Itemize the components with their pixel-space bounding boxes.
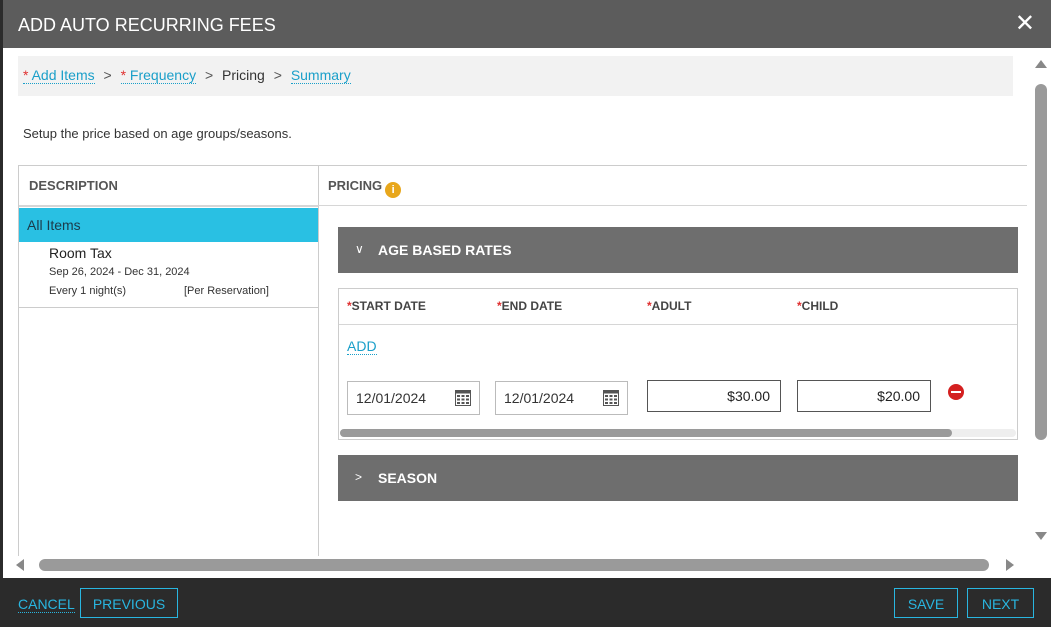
pricing-panel: PRICING i ∨ AGE BASED RATES *START DATE *… (317, 165, 1027, 556)
adult-price-value: $30.00 (727, 388, 770, 404)
dialog-title: ADD AUTO RECURRING FEES (18, 15, 276, 35)
end-date-value: 12/01/2024 (504, 390, 575, 406)
breadcrumb-separator: > (273, 67, 282, 83)
dialog-header: ADD AUTO RECURRING FEES ✕ (3, 0, 1051, 48)
age-based-rates-title: AGE BASED RATES (378, 242, 512, 258)
item-dates: Sep 26, 2024 - Dec 31, 2024 (49, 266, 190, 278)
previous-button[interactable]: PREVIOUS (80, 588, 178, 618)
season-toggle[interactable]: > SEASON (338, 455, 1018, 501)
recurring-fees-dialog: ADD AUTO RECURRING FEES ✕ * Add Items > … (3, 0, 1051, 627)
adult-price-input[interactable]: $30.00 (647, 380, 781, 412)
start-date-column-label: START DATE (351, 299, 426, 313)
scroll-right-icon[interactable] (1006, 559, 1014, 571)
description-header: DESCRIPTION (29, 178, 118, 193)
start-date-value: 12/01/2024 (356, 390, 427, 406)
start-date-column-header: *START DATE (347, 299, 426, 313)
scrollbar-thumb[interactable] (39, 559, 989, 571)
item-name: Room Tax (49, 245, 112, 261)
scroll-left-icon[interactable] (16, 559, 24, 571)
pricing-header: PRICING i (328, 178, 402, 198)
breadcrumb-separator: > (103, 67, 112, 83)
description-panel: DESCRIPTION All Items Room Tax Sep 26, 2… (18, 165, 319, 556)
close-icon[interactable]: ✕ (1015, 12, 1035, 36)
calendar-icon[interactable] (603, 390, 619, 406)
divider (339, 324, 1017, 325)
calendar-icon[interactable] (455, 390, 471, 406)
child-price-value: $20.00 (877, 388, 920, 404)
horizontal-scrollbar[interactable] (13, 556, 1018, 576)
end-date-column-label: END DATE (501, 299, 563, 313)
info-icon[interactable]: i (385, 182, 402, 198)
scrollbar-thumb[interactable] (340, 429, 952, 437)
item-frequency: Every 1 night(s) (49, 285, 127, 297)
remove-icon[interactable] (948, 384, 964, 400)
vertical-scrollbar[interactable] (1032, 56, 1050, 550)
start-date-field[interactable]: 12/01/2024 (347, 381, 480, 415)
chevron-down-icon: ∨ (355, 242, 364, 256)
divider (317, 205, 1027, 206)
scroll-down-icon[interactable] (1035, 532, 1047, 540)
rates-horizontal-scrollbar[interactable] (340, 429, 1016, 437)
chevron-right-icon: > (355, 470, 363, 484)
add-rate-link[interactable]: ADD (347, 338, 377, 355)
breadcrumb-pricing: Pricing (222, 67, 265, 83)
dialog-footer: CANCEL PREVIOUS SAVE NEXT (3, 578, 1051, 627)
end-date-field[interactable]: 12/01/2024 (495, 381, 628, 415)
child-column-header: *CHILD (797, 299, 838, 313)
list-item[interactable]: Room Tax Sep 26, 2024 - Dec 31, 2024 Eve… (19, 242, 318, 308)
season-title: SEASON (378, 470, 438, 486)
adult-column-header: *ADULT (647, 299, 691, 313)
breadcrumb-add-items[interactable]: * Add Items (23, 67, 95, 84)
pricing-hint: Setup the price based on age groups/seas… (23, 126, 292, 141)
divider (19, 205, 318, 207)
age-rates-table: *START DATE *END DATE *ADULT *CHILD ADD … (338, 288, 1018, 440)
save-button[interactable]: SAVE (894, 588, 958, 618)
breadcrumb-frequency-label: Frequency (129, 67, 197, 83)
age-based-rates-toggle[interactable]: ∨ AGE BASED RATES (338, 227, 1018, 273)
breadcrumb-add-items-label: Add Items (31, 67, 95, 83)
scroll-up-icon[interactable] (1035, 60, 1047, 68)
breadcrumb-separator: > (204, 67, 214, 83)
item-per: [Per Reservation] (184, 285, 269, 297)
breadcrumb: * Add Items > * Frequency > Pricing > Su… (18, 56, 1013, 96)
child-column-label: CHILD (801, 299, 839, 313)
breadcrumb-frequency[interactable]: * Frequency (120, 67, 197, 84)
all-items-label: All Items (27, 217, 81, 233)
child-price-input[interactable]: $20.00 (797, 380, 931, 412)
required-marker: * (23, 67, 32, 83)
all-items-row[interactable]: All Items (19, 208, 318, 242)
adult-column-label: ADULT (651, 299, 692, 313)
next-button[interactable]: NEXT (967, 588, 1034, 618)
required-marker: * (120, 67, 130, 83)
cancel-button[interactable]: CANCEL (18, 596, 75, 613)
pricing-header-label: PRICING (328, 178, 383, 193)
breadcrumb-summary[interactable]: Summary (290, 67, 351, 84)
end-date-column-header: *END DATE (497, 299, 562, 313)
scrollbar-thumb[interactable] (1035, 84, 1047, 440)
